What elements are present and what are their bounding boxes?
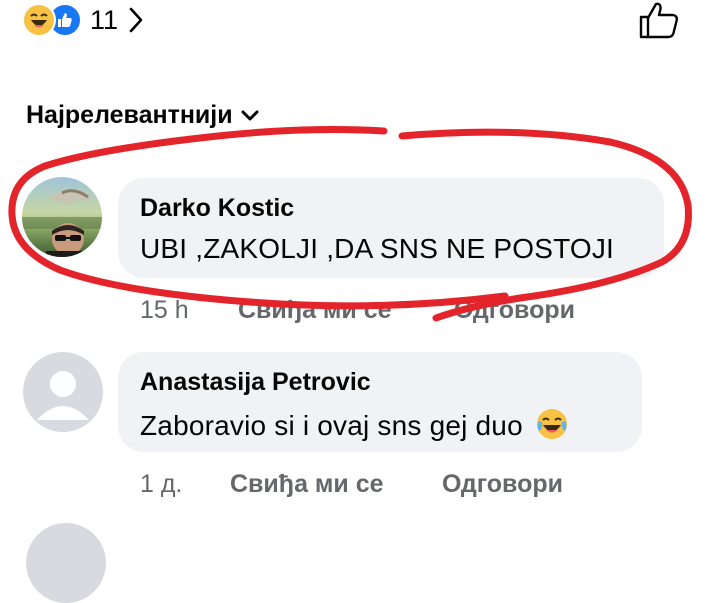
chevron-down-icon [241, 110, 259, 120]
comment-author[interactable]: Anastasija Petrovic [140, 368, 371, 397]
reactions-summary[interactable]: 11 [22, 2, 144, 38]
sort-label: Најрелевантнији [26, 101, 233, 129]
avatar[interactable] [26, 523, 106, 603]
reaction-count: 11 [90, 4, 119, 35]
comment-time[interactable]: 15 h [140, 296, 189, 325]
comment-author[interactable]: Darko Kostic [140, 194, 294, 223]
like-comment-button[interactable]: Свиђа ми се [238, 296, 392, 325]
chevron-right-icon[interactable] [128, 5, 144, 35]
laughing-face-icon [22, 3, 56, 37]
comment-bubble[interactable]: Darko Kostic UBI ,ZAKOLJI ,DA SNS NE POS… [118, 178, 664, 278]
avatar[interactable] [22, 177, 102, 257]
tears-of-joy-emoji-icon [536, 409, 567, 439]
comment-text-body: Zaboravio si i ovaj sns gej duo [140, 410, 523, 441]
comment-sort-dropdown[interactable]: Најрелевантнији [26, 101, 259, 130]
comment-text: Zaboravio si i ovaj sns gej duo [140, 407, 569, 442]
like-comment-button[interactable]: Свиђа ми се [230, 470, 384, 499]
reply-button[interactable]: Одговори [442, 470, 563, 499]
reply-button[interactable]: Одговори [454, 296, 575, 325]
comment-bubble[interactable]: Anastasija Petrovic Zaboravio si i ovaj … [118, 352, 642, 452]
like-button-icon[interactable] [637, 0, 681, 40]
comment-time[interactable]: 1 д. [140, 470, 182, 499]
comment-text: UBI ,ZAKOLJI ,DA SNS NE POSTOJI [140, 233, 615, 264]
avatar[interactable] [23, 352, 103, 432]
